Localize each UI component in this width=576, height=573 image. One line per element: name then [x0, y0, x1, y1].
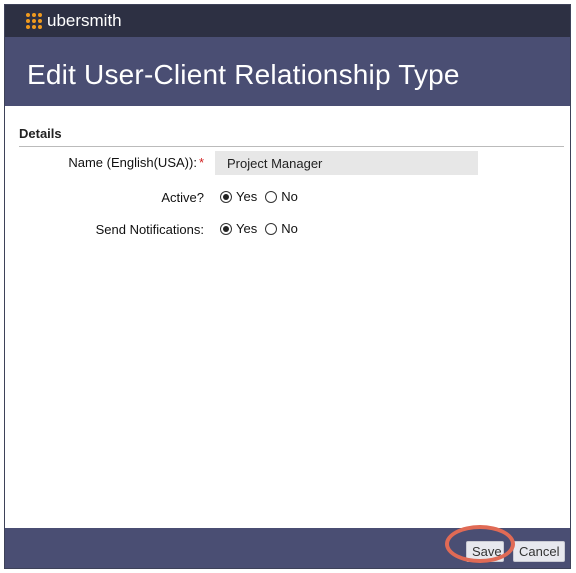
dialog-window: ubersmith Edit User-Client Relationship … [4, 4, 571, 569]
brand-name: ubersmith [47, 11, 122, 30]
notifications-yes-radio[interactable]: Yes [220, 221, 257, 236]
notifications-radio-group: Yes No [220, 221, 306, 236]
brand-logo: ubersmith [26, 11, 122, 31]
active-yes-radio[interactable]: Yes [220, 189, 257, 204]
grid-logo-icon [26, 13, 42, 29]
page-title: Edit User-Client Relationship Type [27, 59, 460, 90]
radio-selected-icon[interactable] [220, 190, 232, 203]
active-radio-group: Yes No [220, 189, 306, 204]
cancel-button[interactable]: Cancel [513, 541, 565, 562]
notifications-no-radio[interactable]: No [265, 221, 298, 236]
radio-unselected-icon[interactable] [265, 190, 278, 203]
section-title: Details [19, 126, 62, 141]
section-divider [19, 146, 564, 147]
name-input[interactable] [215, 151, 478, 175]
page-header: Edit User-Client Relationship Type [5, 37, 570, 106]
save-button[interactable]: Save [466, 541, 504, 562]
notifications-row: Send Notifications: Yes No [5, 218, 570, 242]
name-row: Name (English(USA)): * [5, 151, 570, 175]
radio-unselected-icon[interactable] [265, 222, 278, 235]
active-no-radio[interactable]: No [265, 189, 298, 204]
active-label: Active? [161, 190, 204, 205]
name-label: Name (English(USA)): * [68, 155, 204, 170]
footer-bar: Save Cancel [5, 528, 570, 568]
top-bar: ubersmith [5, 5, 570, 37]
notifications-label: Send Notifications: [95, 222, 204, 237]
required-marker: * [198, 155, 204, 170]
radio-selected-icon[interactable] [220, 222, 232, 235]
active-row: Active? Yes No [5, 186, 570, 210]
